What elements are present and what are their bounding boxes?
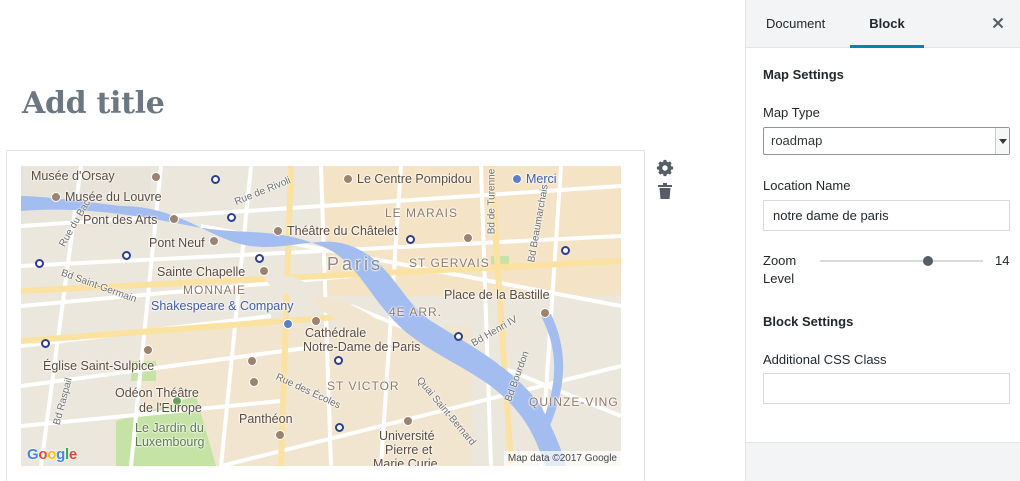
- landmark-icon: [275, 430, 285, 440]
- sidebar-tabs: Document Block: [746, 0, 1020, 48]
- theater-icon: [273, 226, 283, 236]
- map-label-pantheon: Panthéon: [239, 412, 293, 426]
- map-label-musee-orsay: Musée d'Orsay: [31, 169, 115, 183]
- map-label-eglise-st-sulpice: Église Saint-Sulpice: [43, 359, 155, 373]
- map-label-st-victor: ST VICTOR: [327, 379, 400, 393]
- metro-icon: [255, 254, 264, 263]
- google-map[interactable]: Musée d'Orsay Musée du Louvre Pont des A…: [21, 166, 621, 466]
- map-type-label: Map Type: [763, 105, 820, 120]
- landmark-icon: [209, 236, 219, 246]
- map-label-universite-3: Marie Curie: [373, 457, 438, 466]
- metro-icon: [122, 251, 131, 260]
- map-label-jardin-2: Luxembourg: [135, 435, 205, 449]
- museum-icon: [51, 192, 61, 202]
- map-label-st-gervais: ST GERVAIS: [409, 256, 490, 270]
- map-label-pont-des-arts: Pont des Arts: [83, 213, 158, 227]
- map-type-value: roadmap: [771, 133, 823, 148]
- map-label-notre-dame: Notre-Dame de Paris: [303, 340, 421, 354]
- map-label-place-bastille: Place de la Bastille: [444, 288, 550, 302]
- museum-icon: [343, 174, 353, 184]
- church-icon: [311, 316, 321, 326]
- map-label-cathedrale: Cathédrale: [305, 326, 367, 340]
- metro-icon: [335, 423, 344, 432]
- metro-icon: [41, 339, 50, 348]
- zoom-level-label-line1: Zoom: [763, 253, 797, 268]
- metro-icon: [211, 175, 220, 184]
- map-label-universite-1: Université: [379, 429, 435, 443]
- metro-icon: [334, 356, 343, 365]
- museum-icon: [151, 172, 161, 182]
- map-tiles: [21, 166, 621, 466]
- zoom-level-label-line2: Level: [763, 271, 795, 286]
- settings-sidebar: Document Block Map Settings Map Type roa…: [745, 0, 1020, 481]
- map-label-le-marais: LE MARAIS: [385, 206, 459, 220]
- landmark-icon: [259, 266, 269, 276]
- metro-icon: [406, 235, 415, 244]
- tab-block[interactable]: Block: [850, 0, 924, 48]
- landmark-icon: [463, 233, 473, 243]
- map-settings-heading[interactable]: Map Settings: [763, 67, 844, 82]
- zoom-level-value: 14: [995, 253, 1010, 268]
- map-label-odeon-2: de l'Europe: [139, 401, 202, 415]
- close-icon[interactable]: [990, 15, 1006, 31]
- map-label-quinze-vingts: QUINZE-VING: [529, 395, 619, 409]
- gear-icon[interactable]: [655, 158, 675, 178]
- tab-document[interactable]: Document: [766, 0, 825, 48]
- map-label-shakespeare: Shakespeare & Company: [151, 299, 294, 313]
- map-label-paris: Paris: [327, 254, 384, 274]
- landmark-icon: [247, 356, 257, 366]
- post-title-placeholder[interactable]: Add title: [22, 86, 165, 121]
- map-label-musee-louvre: Musée du Louvre: [65, 190, 162, 204]
- map-type-select[interactable]: roadmap: [763, 127, 1010, 155]
- shop-icon: [512, 174, 522, 184]
- map-label-bd-de-turenne: Bd de Turenne: [486, 168, 498, 235]
- landmark-icon: [540, 308, 550, 318]
- metro-icon: [454, 332, 463, 341]
- location-name-input[interactable]: notre dame de paris: [763, 200, 1010, 231]
- map-label-sainte-chapelle: Sainte Chapelle: [157, 265, 246, 279]
- block-toolbar: [655, 158, 675, 204]
- block-settings-heading[interactable]: Block Settings: [763, 314, 853, 329]
- metro-icon: [561, 246, 570, 255]
- map-label-jardin-1: Le Jardin du: [135, 421, 204, 435]
- metro-icon: [227, 213, 236, 222]
- map-label-universite-2: Pierre et: [385, 443, 433, 457]
- map-label-pont-neuf: Pont Neuf: [149, 236, 205, 250]
- university-icon: [403, 416, 413, 426]
- church-icon: [143, 345, 153, 355]
- map-label-monnaie: MONNAIE: [183, 283, 247, 297]
- map-label-4e-arr: 4E ARR.: [389, 305, 443, 319]
- museum-icon: [169, 214, 179, 224]
- map-label-pompidou: Le Centre Pompidou: [357, 172, 472, 186]
- zoom-slider-handle[interactable]: [923, 256, 933, 266]
- metro-icon: [35, 259, 44, 268]
- map-label-odeon-1: Odéon Théâtre: [115, 386, 199, 400]
- chevron-down-icon: [995, 128, 1009, 154]
- theater-icon: [249, 377, 259, 387]
- shop-icon: [283, 319, 293, 329]
- editor-canvas: Add title Musée d'Orsay Musée du Louvre …: [0, 0, 745, 481]
- css-class-input[interactable]: [763, 373, 1010, 404]
- sidebar-footer: [746, 442, 1020, 481]
- google-logo[interactable]: Google: [27, 446, 77, 463]
- zoom-level-slider[interactable]: [820, 260, 983, 262]
- trash-icon[interactable]: [655, 181, 675, 201]
- map-attribution[interactable]: Map data ©2017 Google: [503, 451, 621, 466]
- location-name-label: Location Name: [763, 178, 851, 193]
- map-label-theatre-chatelet: Théâtre du Châtelet: [287, 224, 398, 238]
- css-class-label: Additional CSS Class: [763, 352, 887, 367]
